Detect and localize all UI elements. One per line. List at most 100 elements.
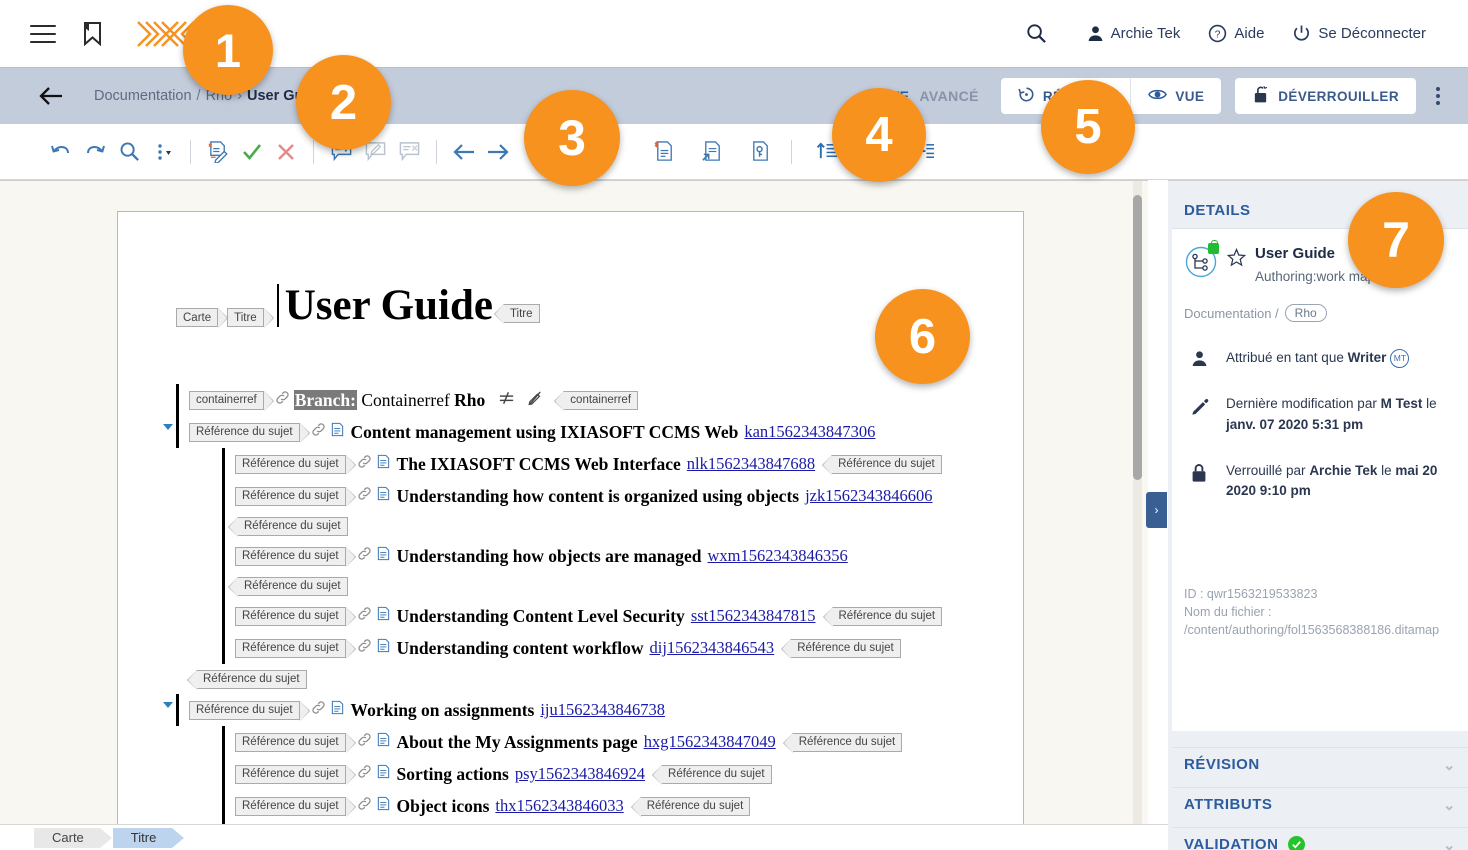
document-row[interactable]: Référence du sujet Understanding content … bbox=[222, 632, 1016, 664]
document-row[interactable]: Référence du sujet Working on assignments… bbox=[163, 694, 1016, 726]
favorite-star-icon[interactable] bbox=[1226, 247, 1247, 272]
row-id-link[interactable]: thx1562343846033 bbox=[495, 796, 623, 816]
logout-button[interactable]: Se Déconnecter bbox=[1278, 24, 1440, 43]
arrow-left-icon[interactable] bbox=[447, 135, 481, 169]
document-title[interactable]: User Guide bbox=[276, 284, 493, 327]
document-row[interactable]: Référence du sujet Understanding Content … bbox=[222, 600, 1016, 632]
back-arrow-icon[interactable] bbox=[38, 86, 64, 106]
person-icon bbox=[1188, 348, 1210, 367]
tag-topicref-close[interactable]: Référence du sujet bbox=[781, 638, 901, 659]
document-row[interactable]: Référence du sujet About the My Assignmen… bbox=[222, 726, 1016, 758]
tag-carte[interactable]: Carte bbox=[176, 308, 229, 328]
expand-triangle-icon[interactable] bbox=[163, 424, 173, 430]
tag-containerref-open[interactable]: containerref bbox=[189, 390, 274, 411]
row-id-link[interactable]: kan1562343847306 bbox=[744, 422, 875, 442]
redo-icon[interactable] bbox=[78, 135, 112, 169]
accordion-validation[interactable]: VALIDATION ⌄ bbox=[1172, 827, 1468, 850]
panel-collapse-toggle[interactable]: › bbox=[1146, 492, 1167, 528]
unlock-button[interactable]: DÉVERROUILLER bbox=[1235, 78, 1416, 114]
tag-topicref-open[interactable]: Référence du sujet bbox=[235, 638, 356, 659]
row-id-link[interactable]: psy1562343846924 bbox=[515, 764, 645, 784]
document-row[interactable]: Référence du sujet The IXIASOFT CCMS Web … bbox=[222, 448, 1016, 480]
lock-badge-icon bbox=[1208, 240, 1219, 254]
tag-topicref-open[interactable]: Référence du sujet bbox=[189, 700, 310, 721]
row-id-link[interactable]: wxm1562343846356 bbox=[708, 546, 848, 566]
undo-icon[interactable] bbox=[44, 135, 78, 169]
document-row[interactable]: Référence du sujet Sorting actions psy156… bbox=[222, 758, 1016, 790]
hamburger-menu-icon[interactable] bbox=[30, 24, 56, 44]
bookmark-icon[interactable] bbox=[82, 21, 104, 47]
tag-topicref-close[interactable]: Référence du sujet bbox=[652, 764, 772, 785]
expand-triangle-icon[interactable] bbox=[163, 702, 173, 708]
view-button[interactable]: VUE bbox=[1130, 78, 1222, 114]
mode-advanced-label[interactable]: AVANCÉ bbox=[919, 88, 978, 104]
status-crumb-titre[interactable]: Titre bbox=[112, 827, 184, 848]
tag-containerref-close[interactable]: containerref bbox=[554, 390, 639, 411]
row-id-link[interactable]: sst1562343847815 bbox=[691, 606, 816, 626]
delete-comment-icon[interactable] bbox=[392, 135, 426, 169]
tag-topicref-open[interactable]: Référence du sujet bbox=[235, 796, 356, 817]
details-meta: ID : qwr1563219533823 Nom du fichier : /… bbox=[1184, 585, 1456, 639]
branch-bold: Rho bbox=[454, 389, 486, 410]
tag-topicref-open[interactable]: Référence du sujet bbox=[235, 764, 356, 785]
tag-topicref-close[interactable]: Référence du sujet bbox=[822, 606, 943, 627]
row-id-link[interactable]: hxg1562343847049 bbox=[644, 732, 776, 752]
arrow-right-icon[interactable] bbox=[481, 135, 515, 169]
row-id-link[interactable]: jzk1562343846606 bbox=[805, 486, 932, 506]
topic-document-icon bbox=[376, 732, 391, 752]
more-options-icon[interactable] bbox=[146, 135, 180, 169]
tag-topicref-close[interactable]: Référence du sujet bbox=[822, 454, 942, 475]
accordion-revision[interactable]: RÉVISION ⌄ bbox=[1172, 747, 1468, 781]
document-row[interactable]: Référence du sujet Understanding how cont… bbox=[222, 480, 1016, 512]
document-row-close-line[interactable]: Référence du sujet bbox=[222, 512, 1016, 540]
document-row-close-line[interactable]: Référence du sujet bbox=[222, 572, 1016, 600]
document-row[interactable]: Référence du sujet Understanding how obje… bbox=[222, 540, 1016, 572]
tag-topicref-close[interactable]: Référence du sujet bbox=[187, 669, 307, 690]
key-document-icon[interactable] bbox=[743, 135, 777, 169]
locked-prefix: Verrouillé par bbox=[1226, 462, 1306, 478]
user-menu-button[interactable]: Archie Tek bbox=[1073, 25, 1195, 42]
callout-badge-1: 1 bbox=[183, 5, 273, 95]
callout-badge-3: 3 bbox=[524, 90, 620, 186]
document-row[interactable]: Référence du sujet Object icons thx156234… bbox=[222, 790, 1016, 822]
help-button[interactable]: ? Aide bbox=[1194, 24, 1278, 43]
tag-topicref-open[interactable]: Référence du sujet bbox=[235, 486, 356, 507]
tag-topicref-open[interactable]: Référence du sujet bbox=[235, 546, 356, 567]
accordion-attributes-label: ATTRIBUTS bbox=[1184, 796, 1273, 813]
row-id-link[interactable]: iju1562343846738 bbox=[540, 700, 665, 720]
tag-topicref-open[interactable]: Référence du sujet bbox=[235, 606, 356, 627]
tag-titre-close[interactable]: Titre bbox=[494, 304, 540, 324]
tag-topicref-open[interactable]: Référence du sujet bbox=[235, 454, 356, 475]
cross-icon[interactable] bbox=[269, 135, 303, 169]
more-vertical-icon[interactable] bbox=[1436, 87, 1440, 105]
breadcrumb-root[interactable]: Documentation bbox=[94, 88, 192, 104]
search-icon[interactable] bbox=[112, 135, 146, 169]
editor-toolbar bbox=[0, 124, 1468, 180]
document-row-close-only[interactable]: Référence du sujet bbox=[186, 664, 1016, 694]
status-crumb-carte[interactable]: Carte bbox=[34, 827, 112, 848]
tag-topicref-close[interactable]: Référence du sujet bbox=[630, 796, 751, 817]
edit-document-icon[interactable] bbox=[201, 135, 235, 169]
document-row[interactable]: Référence du sujet Content management usi… bbox=[163, 416, 1016, 448]
topic-document-icon bbox=[376, 638, 391, 658]
chevron-down-icon: ⌄ bbox=[1442, 756, 1456, 774]
insert-reference-icon[interactable] bbox=[695, 135, 729, 169]
check-icon[interactable] bbox=[235, 135, 269, 169]
modified-by: M Test bbox=[1380, 396, 1423, 412]
document-row-containerref[interactable]: containerref Branch: Containerref Rho co… bbox=[176, 384, 1016, 416]
tag-topicref-close[interactable]: Référence du sujet bbox=[228, 576, 348, 597]
global-search-button[interactable] bbox=[1012, 23, 1073, 44]
editor-scrollbar-thumb[interactable] bbox=[1133, 195, 1142, 480]
tag-topicref-close[interactable]: Référence du sujet bbox=[228, 516, 348, 537]
tag-topicref-open[interactable]: Référence du sujet bbox=[235, 732, 356, 753]
new-topic-icon[interactable] bbox=[647, 135, 681, 169]
details-path-root: Documentation / bbox=[1184, 305, 1279, 321]
tag-titre-open[interactable]: Titre bbox=[227, 308, 274, 328]
row-title: Understanding Content Level Security bbox=[396, 605, 685, 626]
accordion-attributes[interactable]: ATTRIBUTS ⌄ bbox=[1172, 787, 1468, 821]
row-id-link[interactable]: nlk1562343847688 bbox=[687, 454, 815, 474]
tag-topicref-open[interactable]: Référence du sujet bbox=[189, 422, 310, 443]
row-id-link[interactable]: dij1562343846543 bbox=[650, 638, 775, 658]
tag-topicref-close[interactable]: Référence du sujet bbox=[782, 732, 903, 753]
document-row-group: Référence du sujet Sorting actions psy156… bbox=[222, 758, 1016, 790]
